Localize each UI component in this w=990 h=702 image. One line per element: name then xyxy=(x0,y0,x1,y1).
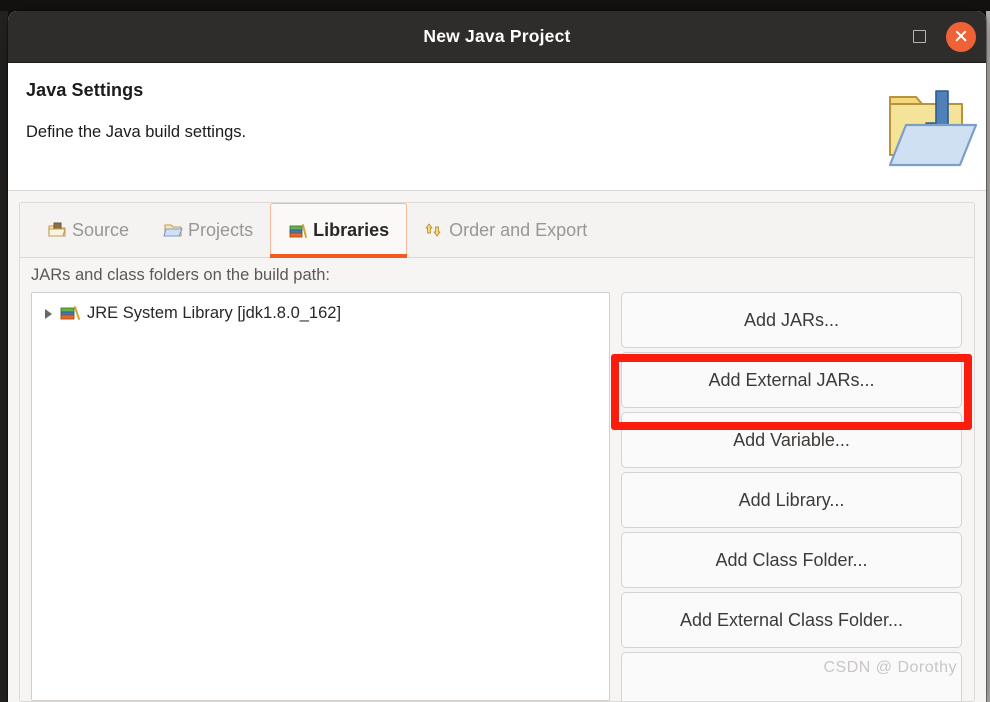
tree-and-buttons: JRE System Library [jdk1.8.0_162] Add JA… xyxy=(20,292,974,701)
add-external-jars-button[interactable]: Add External JARs... xyxy=(621,352,962,408)
libraries-books-icon xyxy=(289,223,308,238)
build-path-tabpanel: Source Projects Libraries Order and Expo… xyxy=(19,202,975,702)
tab-libraries-label: Libraries xyxy=(313,220,390,240)
build-path-actions: Add JARs... Add External JARs... Add Var… xyxy=(611,292,972,701)
tab-order-and-export[interactable]: Order and Export xyxy=(407,203,604,257)
tree-row[interactable]: JRE System Library [jdk1.8.0_162] xyxy=(32,301,609,326)
add-jars-button[interactable]: Add JARs... xyxy=(621,292,962,348)
tab-projects-label: Projects xyxy=(188,219,254,240)
projects-folder-icon xyxy=(163,224,183,237)
build-path-tree[interactable]: JRE System Library [jdk1.8.0_162] xyxy=(31,292,610,701)
desktop-background-right xyxy=(986,11,990,702)
tab-libraries[interactable]: Libraries xyxy=(270,203,408,258)
add-library-button[interactable]: Add Library... xyxy=(621,472,962,528)
desktop-background-left xyxy=(0,11,8,702)
add-external-class-folder-button[interactable]: Add External Class Folder... xyxy=(621,592,962,648)
desktop-background-top xyxy=(0,0,990,11)
wizard-header: Java Settings Define the Java build sett… xyxy=(8,63,986,191)
tab-projects[interactable]: Projects xyxy=(146,203,270,257)
title-bar: New Java Project xyxy=(8,11,986,63)
new-java-project-dialog: New Java Project Java Settings Define th… xyxy=(8,11,986,702)
tab-order-and-export-label: Order and Export xyxy=(449,219,588,240)
close-icon[interactable] xyxy=(946,21,976,52)
libraries-books-icon xyxy=(60,306,80,320)
tab-strip: Source Projects Libraries Order and Expo… xyxy=(20,203,974,258)
dialog-body: Source Projects Libraries Order and Expo… xyxy=(8,191,986,702)
add-class-folder-button[interactable]: Add Class Folder... xyxy=(621,532,962,588)
maximize-square-glyph xyxy=(912,30,926,43)
maximize-icon[interactable] xyxy=(906,24,932,50)
add-variable-button[interactable]: Add Variable... xyxy=(621,412,962,468)
libraries-tab-content: JARs and class folders on the build path… xyxy=(20,258,974,701)
chevron-right-icon[interactable] xyxy=(42,308,54,320)
java-project-folder-icon xyxy=(888,90,978,167)
page-description: Define the Java build settings. xyxy=(26,123,247,141)
tree-item-label: JRE System Library [jdk1.8.0_162] xyxy=(87,304,342,322)
window-title: New Java Project xyxy=(423,26,571,46)
screenshot-root: New Java Project Java Settings Define th… xyxy=(0,0,990,702)
page-title: Java Settings xyxy=(26,80,144,100)
source-folder-icon xyxy=(48,222,66,237)
order-export-arrows-icon xyxy=(425,223,441,237)
tab-source-label: Source xyxy=(72,219,130,240)
window-controls xyxy=(906,11,976,62)
tab-source[interactable]: Source xyxy=(30,203,146,257)
tree-caption: JARs and class folders on the build path… xyxy=(31,266,331,284)
next-action-button-cutoff[interactable] xyxy=(621,652,962,701)
